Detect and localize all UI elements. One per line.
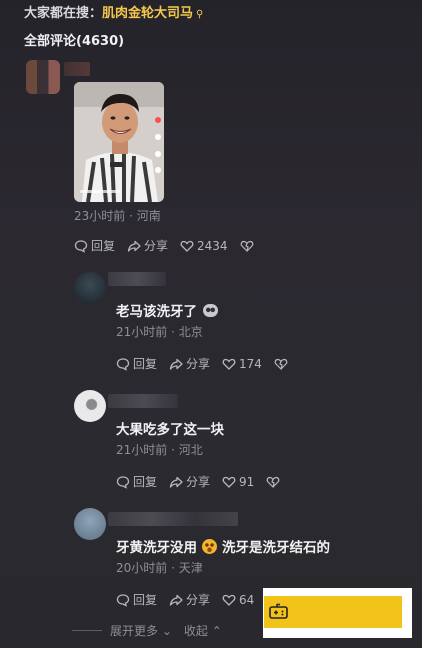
expand-more-button[interactable]: 展开更多 ⌄: [110, 622, 172, 639]
divider: [72, 630, 102, 631]
comment-image[interactable]: [74, 82, 164, 202]
broken-heart-icon: [266, 476, 280, 488]
share-button[interactable]: 分享: [127, 237, 168, 254]
game-bar[interactable]: [264, 596, 402, 628]
search-keyword-link[interactable]: 肌肉金轮大司马: [102, 6, 193, 21]
reply-button[interactable]: 回复: [74, 237, 115, 254]
username-blurred[interactable]: [108, 512, 238, 526]
share-label: 分享: [186, 593, 211, 607]
reply-label: 回复: [133, 475, 158, 489]
share-label: 分享: [144, 239, 169, 253]
dizzy-face-emoji-icon: [202, 539, 217, 554]
heart-icon: [222, 594, 236, 606]
comment-bubble-icon: [116, 475, 130, 489]
like-count: 91: [239, 474, 255, 489]
search-icon: ⚲: [196, 9, 204, 20]
username-blurred[interactable]: [64, 62, 90, 76]
comment-actions: 回复 分享 174: [116, 355, 303, 372]
comment-bubble-icon: [116, 593, 130, 607]
share-label: 分享: [186, 475, 211, 489]
comment-meta: 20小时前 · 天津: [116, 561, 203, 575]
share-button[interactable]: 分享: [169, 355, 210, 372]
heart-icon: [180, 240, 194, 252]
avatar[interactable]: [74, 508, 106, 540]
reply-button[interactable]: 回复: [116, 473, 157, 490]
username-blurred[interactable]: [108, 394, 178, 408]
comment-actions: 回复 分享 91: [116, 473, 295, 490]
reply-button[interactable]: 回复: [116, 591, 157, 608]
comment-count-title: 全部评论(4630): [24, 34, 125, 49]
reply-label: 回复: [91, 239, 116, 253]
share-label: 分享: [186, 357, 211, 371]
like-button[interactable]: 2434: [180, 239, 228, 253]
broken-heart-icon: [274, 358, 288, 370]
like-button[interactable]: 64: [222, 593, 254, 607]
like-count: 174: [239, 356, 262, 371]
comment-meta: 21小时前 · 北京: [116, 325, 203, 339]
share-icon: [169, 358, 183, 370]
search-suggestion[interactable]: 大家都在搜：肌肉金轮大司马 ⚲: [24, 2, 203, 21]
share-button[interactable]: 分享: [169, 473, 210, 490]
gamepad-icon: [269, 603, 288, 619]
avatar[interactable]: [26, 60, 60, 94]
broken-heart-icon: [240, 240, 253, 252]
username-blurred[interactable]: [108, 272, 166, 286]
like-button[interactable]: 174: [222, 357, 262, 371]
dislike-button[interactable]: [274, 357, 291, 371]
share-icon: [127, 240, 141, 252]
comment-text: 老马该洗牙了: [116, 300, 218, 320]
comment-text: 牙黄洗牙没用 洗牙是洗牙结石的: [116, 539, 330, 556]
chevron-up-icon: ⌃: [207, 624, 222, 638]
comment-footer: 展开更多 ⌄ 收起 ⌃: [72, 622, 222, 639]
comment-actions: 回复 分享 2434: [74, 237, 269, 254]
share-button[interactable]: 分享: [169, 591, 210, 608]
comment-meta: 23小时前 · 河南: [74, 209, 161, 223]
like-count: 64: [239, 592, 255, 607]
comment-text: 大果吃多了这一块: [116, 422, 224, 438]
chevron-down-icon: ⌄: [158, 624, 172, 638]
comment-bubble-icon: [116, 357, 130, 371]
share-icon: [169, 594, 183, 606]
reply-button[interactable]: 回复: [116, 355, 157, 372]
comment-bubble-icon: [74, 239, 88, 253]
search-prefix: 大家都在搜：: [24, 6, 103, 21]
heart-icon: [222, 476, 236, 488]
comment-actions: 回复 分享 64: [116, 591, 266, 608]
like-count: 2434: [197, 238, 228, 253]
dislike-button[interactable]: [240, 239, 257, 253]
like-button[interactable]: 91: [222, 475, 254, 489]
avatar[interactable]: [74, 272, 106, 304]
share-icon: [169, 476, 183, 488]
heart-icon: [222, 358, 236, 370]
photo-person: [74, 82, 164, 202]
reply-label: 回复: [133, 593, 158, 607]
avatar[interactable]: [74, 390, 106, 422]
reply-label: 回复: [133, 357, 158, 371]
raccoon-emoji-icon: [203, 304, 218, 317]
collapse-button[interactable]: 收起 ⌃: [184, 622, 222, 639]
dislike-button[interactable]: [266, 475, 283, 489]
comment-1: [0, 58, 422, 258]
comment-meta: 21小时前 · 河北: [116, 443, 203, 457]
